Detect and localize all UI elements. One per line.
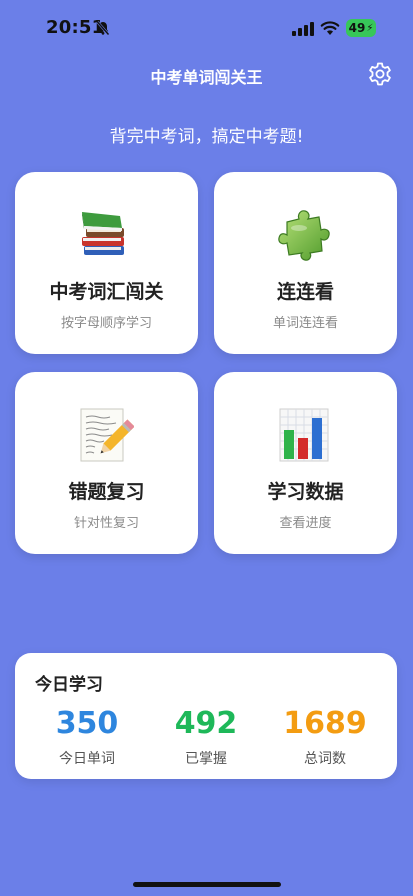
stat-label: 今日单词: [59, 751, 115, 767]
stat-label: 已掌握: [185, 751, 227, 767]
stat-total-words: 1689 总词数: [265, 706, 385, 768]
puzzle-piece-icon: [278, 210, 330, 261]
books-icon: [82, 212, 124, 255]
home-indicator[interactable]: [133, 882, 281, 887]
bar-chart-icon: [279, 408, 329, 462]
vocabulary-levels-card[interactable]: 中考词汇闯关 按字母顺序学习: [15, 172, 198, 354]
app-header: 中考单词闯关王: [0, 56, 413, 92]
bell-slash-icon: [96, 21, 110, 36]
battery-indicator: 49 ⚡: [346, 19, 376, 37]
card-title: 错题复习: [68, 481, 145, 503]
status-bar: 20:51 49 ⚡: [0, 0, 413, 56]
card-subtitle: 单词连连看: [272, 316, 338, 331]
charging-bolt-icon: ⚡: [366, 22, 374, 34]
settings-button[interactable]: [367, 61, 393, 87]
page-title: 中考单词闯关王: [150, 68, 263, 87]
cellular-signal-icon: [292, 22, 314, 36]
stat-value: 350: [55, 706, 119, 741]
today-title: 今日学习: [35, 675, 103, 695]
stat-value: 1689: [283, 706, 367, 741]
memo-pencil-icon: [80, 408, 134, 462]
today-study-panel: 今日学习 350 今日单词 492 已掌握 1689 总词数: [15, 653, 397, 779]
mistake-review-card[interactable]: 错题复习 针对性复习: [15, 372, 198, 554]
card-subtitle: 针对性复习: [73, 516, 139, 531]
learning-stats-card[interactable]: 学习数据 查看进度: [214, 372, 397, 554]
card-title: 中考词汇闯关: [49, 281, 164, 303]
gear-icon: [369, 62, 391, 86]
stat-value: 492: [174, 706, 238, 741]
card-subtitle: 查看进度: [279, 516, 332, 531]
matching-game-card[interactable]: 连连看 单词连连看: [214, 172, 397, 354]
card-title: 学习数据: [267, 481, 344, 503]
stat-today-words: 350 今日单词: [27, 706, 147, 768]
stat-mastered: 492 已掌握: [146, 706, 266, 768]
card-subtitle: 按字母顺序学习: [60, 316, 152, 331]
wifi-icon: [320, 21, 340, 35]
battery-level: 49: [348, 21, 366, 35]
stat-label: 总词数: [304, 751, 346, 767]
card-title: 连连看: [276, 281, 334, 303]
slogan-text: 背完中考词，搞定中考题!: [109, 127, 304, 147]
